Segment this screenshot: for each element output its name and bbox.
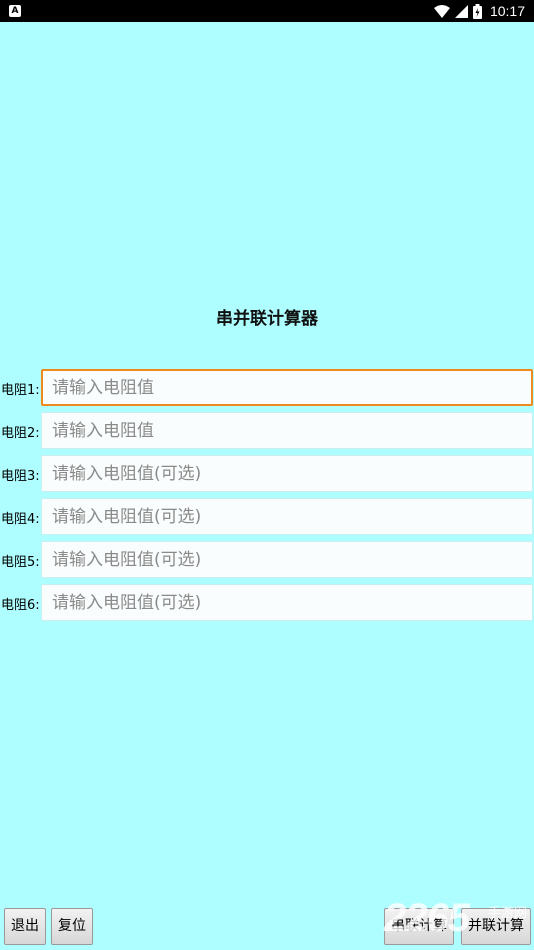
- wifi-icon: [433, 4, 450, 18]
- resistor-2-input[interactable]: [41, 412, 533, 449]
- parallel-calc-button[interactable]: 并联计算: [461, 908, 531, 945]
- resistor-1-input[interactable]: [41, 369, 533, 406]
- resistor-6-label: 电阻6:: [1, 598, 40, 613]
- resistor-6-input[interactable]: [41, 584, 533, 621]
- signal-icon: [454, 4, 468, 18]
- resistor-1-label: 电阻1:: [1, 383, 40, 398]
- resistor-4-input[interactable]: [41, 498, 533, 535]
- reset-button[interactable]: 复位: [51, 908, 93, 945]
- resistor-4-label: 电阻4:: [1, 512, 40, 527]
- resistor-row-6: 电阻6:: [0, 584, 534, 622]
- resistor-3-label: 电阻3:: [1, 469, 40, 484]
- battery-icon: [472, 3, 482, 19]
- resistor-5-input[interactable]: [41, 541, 533, 578]
- resistor-3-input[interactable]: [41, 455, 533, 492]
- page-title: 串并联计算器: [216, 309, 318, 329]
- resistor-row-5: 电阻5:: [0, 541, 534, 579]
- status-icons: 10:17: [433, 0, 525, 22]
- resistor-2-label: 电阻2:: [1, 426, 40, 441]
- app-notification-icon: A: [9, 5, 21, 17]
- status-time: 10:17: [489, 3, 525, 19]
- resistor-5-label: 电阻5:: [1, 555, 40, 570]
- resistor-row-4: 电阻4:: [0, 498, 534, 536]
- status-bar: A 10:17: [0, 0, 534, 22]
- resistor-row-1: 电阻1:: [0, 369, 534, 407]
- resistor-row-3: 电阻3:: [0, 455, 534, 493]
- resistor-row-2: 电阻2:: [0, 412, 534, 450]
- series-calc-button[interactable]: 串联计算: [384, 908, 454, 945]
- exit-button[interactable]: 退出: [4, 908, 46, 945]
